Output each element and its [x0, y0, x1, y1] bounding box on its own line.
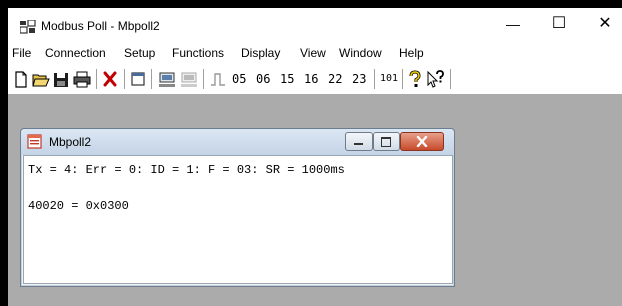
menu-view[interactable]: View: [300, 46, 326, 61]
document-icon: [27, 134, 42, 149]
question-mark-icon[interactable]: [408, 68, 422, 90]
window-title: Modbus Poll - Mbpoll2: [41, 19, 160, 33]
save-icon[interactable]: [53, 68, 69, 90]
maximize-button[interactable]: ☐: [536, 8, 582, 40]
new-file-icon[interactable]: [13, 68, 29, 90]
mdi-workspace: Mbpoll2 Tx = 4: Err = 0: ID = 1: F = 03:…: [8, 94, 622, 306]
minimize-button[interactable]: —: [490, 8, 536, 40]
mbpoll2-child-window[interactable]: Mbpoll2 Tx = 4: Err = 0: ID = 1: F = 03:…: [20, 128, 455, 287]
child-close-button[interactable]: [400, 132, 444, 151]
menu-window[interactable]: Window: [339, 46, 382, 61]
open-folder-icon[interactable]: [32, 68, 50, 90]
close-icon: [416, 136, 428, 147]
toolbar-separator: [124, 69, 125, 89]
title-bar[interactable]: Modbus Poll - Mbpoll2 — ☐ ✕: [8, 8, 622, 44]
child-window-title: Mbpoll2: [49, 135, 92, 149]
toolbar-separator: [151, 69, 152, 89]
delete-icon[interactable]: [102, 68, 118, 90]
menu-display[interactable]: Display: [241, 46, 280, 61]
toolbar-separator: [402, 69, 403, 89]
child-minimize-button[interactable]: [345, 132, 373, 151]
close-button[interactable]: ✕: [582, 8, 622, 40]
register-value-row[interactable]: 40020 = 0x0300: [28, 199, 129, 213]
restore-glyph-icon: [381, 137, 391, 147]
code-101-button[interactable]: 101: [380, 68, 398, 90]
function-code-16-button[interactable]: 16: [304, 68, 318, 90]
function-code-05-button[interactable]: 05: [232, 68, 246, 90]
menu-functions[interactable]: Functions: [172, 46, 224, 61]
child-title-bar[interactable]: Mbpoll2: [21, 129, 454, 155]
window-icon[interactable]: [130, 68, 146, 90]
toolbar-separator: [203, 69, 204, 89]
menu-help[interactable]: Help: [399, 46, 424, 61]
menu-bar: File Connection Setup Functions Display …: [8, 45, 622, 62]
function-code-06-button[interactable]: 06: [256, 68, 270, 90]
pulse-icon[interactable]: [210, 68, 226, 90]
poll-display-area[interactable]: Tx = 4: Err = 0: ID = 1: F = 03: SR = 10…: [23, 155, 453, 284]
function-code-15-button[interactable]: 15: [280, 68, 294, 90]
status-line: Tx = 4: Err = 0: ID = 1: F = 03: SR = 10…: [28, 163, 345, 177]
toolbar-separator: [450, 69, 451, 89]
minimize-glyph-icon: [354, 143, 363, 145]
context-help-icon[interactable]: [426, 68, 444, 90]
toolbar: 05 06 15 16 22 23 101: [8, 64, 622, 94]
menu-connection[interactable]: Connection: [45, 46, 106, 61]
menu-file[interactable]: File: [12, 46, 31, 61]
app-window: Modbus Poll - Mbpoll2 — ☐ ✕ File Connect…: [8, 8, 622, 306]
child-restore-button[interactable]: [373, 132, 400, 151]
function-code-23-button[interactable]: 23: [352, 68, 366, 90]
print-icon[interactable]: [73, 68, 91, 90]
connect-icon[interactable]: [158, 68, 176, 90]
modbus-poll-app-icon: [20, 20, 36, 34]
function-code-22-button[interactable]: 22: [328, 68, 342, 90]
toolbar-separator: [96, 69, 97, 89]
disconnect-icon[interactable]: [180, 68, 198, 90]
toolbar-separator: [374, 69, 375, 89]
menu-setup[interactable]: Setup: [124, 46, 155, 61]
